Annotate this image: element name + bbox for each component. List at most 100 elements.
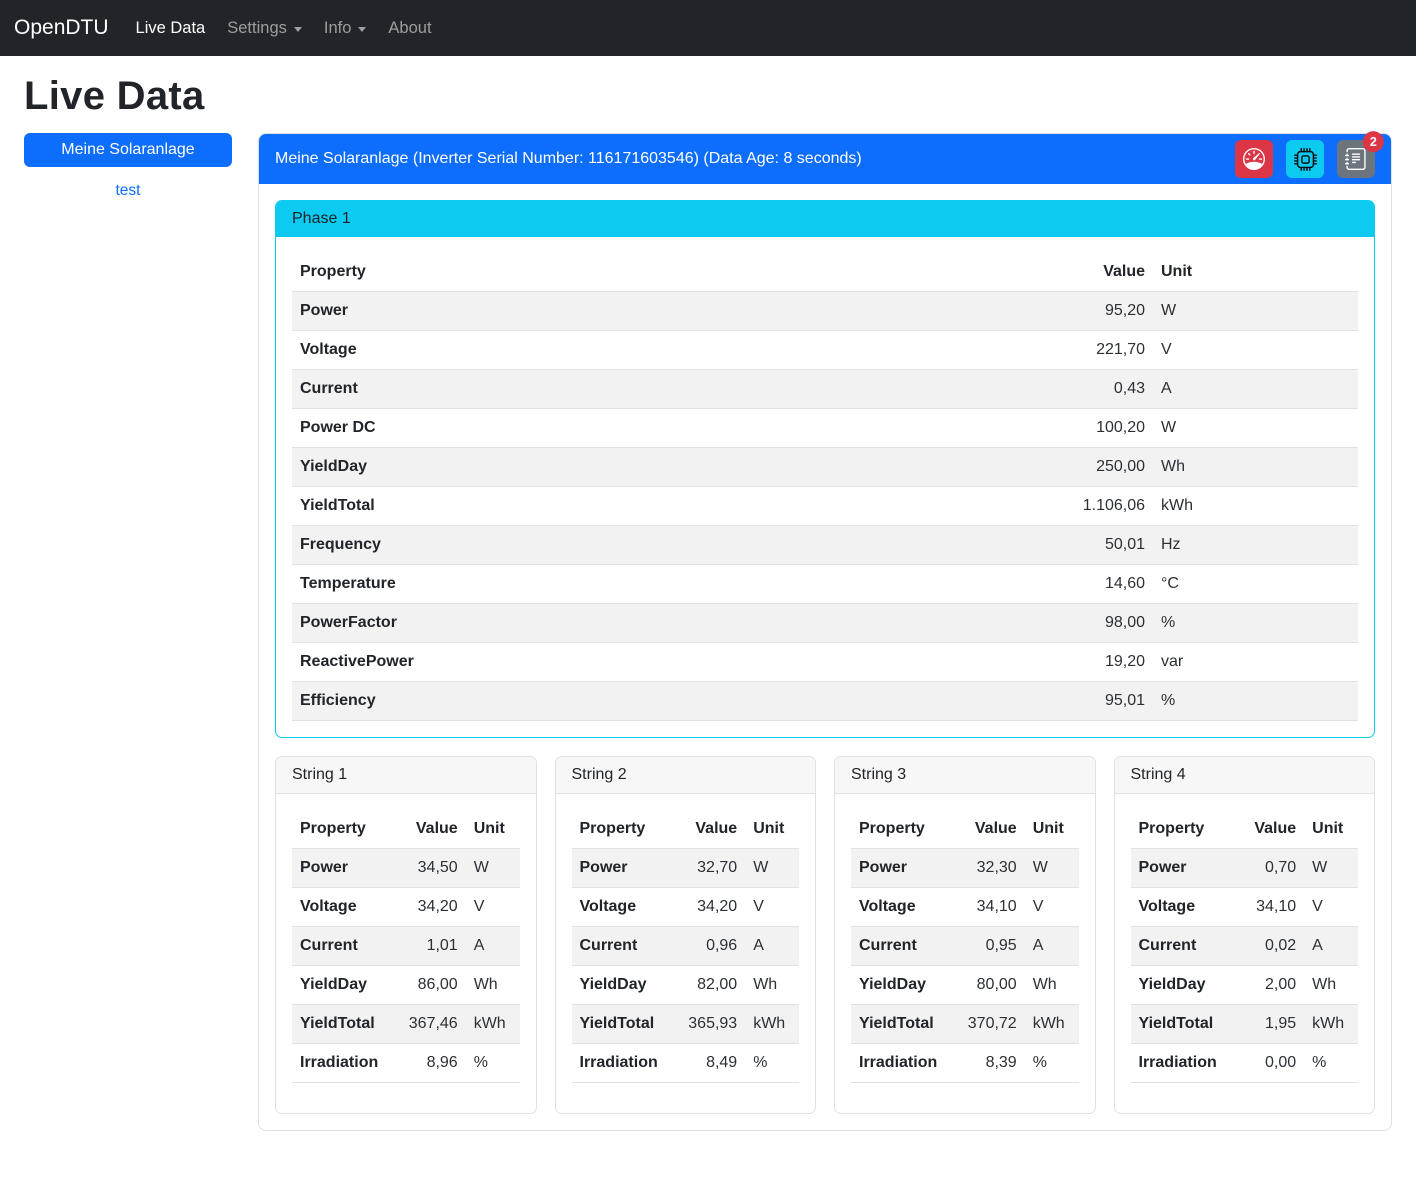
row-property: Current xyxy=(1131,927,1225,966)
column-unit: Unit xyxy=(1153,253,1358,292)
table-row: YieldTotal1.106,06kWh xyxy=(292,487,1358,526)
string-table: Property Value Unit Power0,70WVoltage34,… xyxy=(1131,810,1359,1083)
row-property: Power xyxy=(292,849,386,888)
row-property: Power xyxy=(292,292,1041,331)
row-value: 8,39 xyxy=(945,1044,1024,1083)
row-property: Irradiation xyxy=(292,1044,386,1083)
event-log-button[interactable]: 2 xyxy=(1337,140,1375,178)
nav-info[interactable]: Info xyxy=(313,19,378,38)
row-property: Current xyxy=(292,370,1041,409)
row-value: 34,50 xyxy=(386,849,465,888)
row-property: Current xyxy=(851,927,945,966)
row-property: Temperature xyxy=(292,565,1041,604)
table-row: YieldTotal365,93kWh xyxy=(572,1005,800,1044)
row-property: Current xyxy=(572,927,666,966)
row-property: YieldTotal xyxy=(292,487,1041,526)
row-unit: Wh xyxy=(466,966,520,1005)
row-unit: W xyxy=(1153,292,1358,331)
string-card-3: String 3 Property Value Unit Power32,30W… xyxy=(834,756,1096,1114)
inverter-select-button[interactable]: Meine Solaranlage xyxy=(24,133,232,167)
table-header-row: Property Value Unit xyxy=(292,253,1358,292)
table-row: Power0,70W xyxy=(1131,849,1359,888)
table-row: Voltage34,10V xyxy=(851,888,1079,927)
row-property: YieldDay xyxy=(572,966,666,1005)
table-row: Voltage34,20V xyxy=(572,888,800,927)
row-property: Power xyxy=(1131,849,1225,888)
row-unit: A xyxy=(1153,370,1358,409)
table-row: Current1,01A xyxy=(292,927,520,966)
inverter-panel-header: Meine Solaranlage (Inverter Serial Numbe… xyxy=(259,134,1391,184)
table-row: Irradiation8,39% xyxy=(851,1044,1079,1083)
row-property: YieldDay xyxy=(1131,966,1225,1005)
row-value: 50,01 xyxy=(1041,526,1153,565)
row-property: Irradiation xyxy=(1131,1044,1225,1083)
column-property: Property xyxy=(1131,810,1225,849)
row-unit: Wh xyxy=(1153,448,1358,487)
table-row: Voltage34,10V xyxy=(1131,888,1359,927)
string-card-1: String 1 Property Value Unit Power34,50W… xyxy=(275,756,537,1114)
row-value: 34,20 xyxy=(666,888,745,927)
row-property: YieldTotal xyxy=(572,1005,666,1044)
nav-live-data-label: Live Data xyxy=(136,19,206,38)
table-header-row: Property Value Unit xyxy=(851,810,1079,849)
phase-card-body: Property Value Unit Power95,20WVoltage22… xyxy=(276,237,1374,737)
column-property: Property xyxy=(292,253,1041,292)
column-unit: Unit xyxy=(1304,810,1358,849)
row-value: 100,20 xyxy=(1041,409,1153,448)
row-unit: V xyxy=(1153,331,1358,370)
table-row: YieldDay86,00Wh xyxy=(292,966,520,1005)
table-row: YieldDay80,00Wh xyxy=(851,966,1079,1005)
nav-settings[interactable]: Settings xyxy=(216,19,313,38)
table-row: Power95,20W xyxy=(292,292,1358,331)
table-row: ReactivePower19,20var xyxy=(292,643,1358,682)
inverter-panel-body: Phase 1 Property Value Unit Power95,20WV… xyxy=(259,184,1391,1130)
row-value: 34,20 xyxy=(386,888,465,927)
nav-live-data[interactable]: Live Data xyxy=(125,19,217,38)
row-unit: % xyxy=(1153,604,1358,643)
brand-logo[interactable]: OpenDTU xyxy=(14,16,109,40)
row-unit: V xyxy=(1304,888,1358,927)
row-value: 2,00 xyxy=(1225,966,1304,1005)
string-table: Property Value Unit Power34,50WVoltage34… xyxy=(292,810,520,1083)
row-value: 0,00 xyxy=(1225,1044,1304,1083)
column-unit: Unit xyxy=(745,810,799,849)
row-property: Voltage xyxy=(292,888,386,927)
row-unit: kWh xyxy=(1153,487,1358,526)
device-info-button[interactable] xyxy=(1286,140,1324,178)
row-value: 32,30 xyxy=(945,849,1024,888)
row-value: 95,20 xyxy=(1041,292,1153,331)
row-unit: % xyxy=(466,1044,520,1083)
column-unit: Unit xyxy=(1025,810,1079,849)
row-property: Power DC xyxy=(292,409,1041,448)
row-value: 86,00 xyxy=(386,966,465,1005)
row-unit: V xyxy=(745,888,799,927)
row-unit: A xyxy=(1304,927,1358,966)
row-unit: % xyxy=(1304,1044,1358,1083)
cpu-icon xyxy=(1294,148,1317,171)
row-property: Voltage xyxy=(292,331,1041,370)
journal-text-icon xyxy=(1345,148,1367,170)
row-value: 1,01 xyxy=(386,927,465,966)
table-row: PowerFactor98,00% xyxy=(292,604,1358,643)
row-value: 0,02 xyxy=(1225,927,1304,966)
column-unit: Unit xyxy=(466,810,520,849)
nav-settings-label: Settings xyxy=(227,19,287,38)
row-value: 365,93 xyxy=(666,1005,745,1044)
row-property: Voltage xyxy=(851,888,945,927)
row-unit: W xyxy=(466,849,520,888)
row-unit: % xyxy=(1153,682,1358,721)
row-property: Voltage xyxy=(1131,888,1225,927)
row-property: YieldDay xyxy=(292,966,386,1005)
column-value: Value xyxy=(1225,810,1304,849)
row-unit: var xyxy=(1153,643,1358,682)
row-value: 0,95 xyxy=(945,927,1024,966)
nav-about[interactable]: About xyxy=(377,19,442,38)
nav-about-label: About xyxy=(388,19,431,38)
row-property: Irradiation xyxy=(572,1044,666,1083)
column-value: Value xyxy=(386,810,465,849)
row-value: 1.106,06 xyxy=(1041,487,1153,526)
limit-settings-button[interactable] xyxy=(1235,140,1273,178)
table-row: Voltage34,20V xyxy=(292,888,520,927)
sidebar-link-test[interactable]: test xyxy=(24,182,232,200)
inverter-panel-title: Meine Solaranlage (Inverter Serial Numbe… xyxy=(275,150,862,168)
